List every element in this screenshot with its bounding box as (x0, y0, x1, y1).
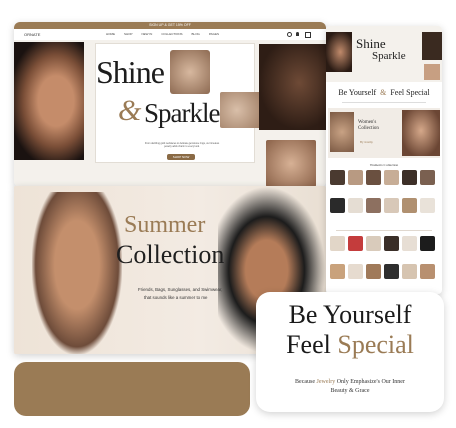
hero-ampersand: & (118, 94, 142, 127)
mini-hero: Shine Sparkle (326, 26, 442, 82)
necklace-model-photo (259, 44, 326, 130)
women-ring-photo (330, 112, 354, 152)
nav-item-pages[interactable]: PAGES (209, 32, 219, 36)
product-thumb[interactable] (330, 264, 345, 279)
product-thumb[interactable] (402, 170, 417, 185)
product-thumb[interactable] (402, 236, 417, 251)
women-sub: By Jeremy (360, 140, 373, 144)
product-thumb[interactable] (366, 236, 381, 251)
product-thumb[interactable] (348, 264, 363, 279)
product-thumb[interactable] (330, 236, 345, 251)
mini-model-photo (326, 32, 352, 72)
product-thumb[interactable] (384, 236, 399, 251)
bikini-model-photo (32, 192, 122, 354)
summer-body-line2: that sounds like a summer to me (144, 295, 208, 300)
mobile-website-preview: Shine Sparkle Be Yourself & Feel Special… (326, 26, 442, 294)
women-model-photo (402, 110, 440, 156)
product-thumb[interactable] (420, 264, 435, 279)
bracelet-photo (220, 92, 262, 128)
site-logo[interactable]: ORNATE (24, 32, 40, 37)
product-thumb[interactable] (348, 198, 363, 213)
mini-tagline-part2: Feel Special (390, 88, 430, 97)
hero-title-sparkle: Sparkle (144, 98, 220, 128)
product-thumb[interactable] (402, 264, 417, 279)
product-thumb[interactable] (330, 198, 345, 213)
ring-hand-photo (170, 50, 210, 94)
product-thumb[interactable] (330, 170, 345, 185)
mini-title-sparkle: Sparkle (372, 50, 406, 62)
mini-necklace-photo (422, 32, 442, 60)
product-thumb[interactable] (420, 236, 435, 251)
promo-sub-because: Because (295, 379, 316, 385)
product-thumb[interactable] (366, 170, 381, 185)
grid-title: Women's Collection (369, 163, 399, 167)
promo-line2-feel: Feel (286, 330, 331, 359)
hero-shop-button[interactable]: SHOP NOW (167, 154, 195, 160)
search-icon[interactable] (287, 32, 292, 37)
promo-sub-end: Beauty & Grace (330, 388, 370, 394)
main-website-preview: SIGN UP & GET 15% OFF ORNATE HOME SHOP N… (14, 22, 326, 187)
promo-line2-special: Special (337, 330, 414, 359)
promo-line1: Be Yourself (288, 300, 412, 329)
mini-hand-photo (424, 64, 440, 80)
summer-title: Summer (124, 212, 206, 238)
nav-item-blog[interactable]: BLOG (192, 32, 200, 36)
cart-icon[interactable] (305, 32, 311, 38)
product-thumb[interactable] (402, 198, 417, 213)
promo-line2: Feel Special (256, 330, 444, 360)
main-nav: HOME SHOP NEW IN COLLECTIONS BLOG PAGES (106, 32, 219, 36)
nav-item-home[interactable]: HOME (106, 32, 115, 36)
hero-title-shine: Shine (96, 54, 165, 90)
collection-title: Collection (116, 240, 225, 269)
product-thumb[interactable] (384, 264, 399, 279)
grid-divider (336, 230, 432, 231)
promo-card: Be Yourself Feel Special Because Jewelry… (256, 292, 444, 412)
hero-section: Shine & Sparkle From dazzling gold neckl… (14, 40, 326, 187)
decorative-block (14, 362, 250, 416)
promo-sub-jewelry: Jewelry (316, 379, 336, 385)
product-thumb[interactable] (420, 170, 435, 185)
product-thumb[interactable] (384, 170, 399, 185)
product-thumb[interactable] (348, 170, 363, 185)
nav-item-shop[interactable]: SHOP (124, 32, 133, 36)
account-icon[interactable] (296, 32, 299, 36)
announcement-text: SIGN UP & GET 15% OFF (149, 23, 191, 27)
women-title: Women's Collection (358, 120, 379, 131)
mini-tagline-part1: Be Yourself (338, 88, 377, 97)
product-thumb[interactable] (348, 236, 363, 251)
summer-body-line1: Friends, Bags, Sunglasses, and Swimwear, (138, 287, 223, 292)
promo-sub-middle: Only Emphasize's Our Inner (336, 379, 405, 385)
product-thumb[interactable] (384, 198, 399, 213)
nav-item-new-in[interactable]: NEW IN (142, 32, 153, 36)
women-collection-block: Women's Collection By Jeremy (328, 108, 440, 158)
nav-item-collections[interactable]: COLLECTIONS (161, 32, 182, 36)
hero-body-text: From dazzling gold necklaces to delicate… (144, 142, 220, 148)
mini-divider (342, 102, 426, 103)
product-thumb[interactable] (420, 198, 435, 213)
mini-tagline: Be Yourself & Feel Special (338, 88, 430, 97)
site-header: ORNATE HOME SHOP NEW IN COLLECTIONS BLOG… (14, 29, 326, 40)
announcement-bar: SIGN UP & GET 15% OFF (14, 22, 326, 29)
product-thumb[interactable] (366, 198, 381, 213)
model-portrait-photo (14, 42, 84, 160)
promo-subtext: Because Jewelry Only Emphasize's Our Inn… (270, 378, 430, 396)
hand-ring-photo-2 (266, 140, 316, 187)
product-thumb[interactable] (366, 264, 381, 279)
